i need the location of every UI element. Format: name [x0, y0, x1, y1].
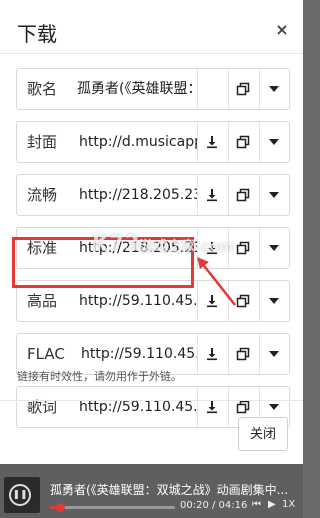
dialog-header: 下载 ×	[0, 0, 303, 54]
copy-icon[interactable]	[228, 334, 258, 374]
progress-knob[interactable]	[56, 503, 65, 512]
prev-icon[interactable]: ⏮	[252, 499, 261, 510]
row-label: 高品	[27, 292, 58, 310]
close-icon[interactable]: ×	[271, 20, 293, 40]
dialog-title: 下载	[17, 22, 57, 46]
divider	[197, 69, 198, 109]
link-row: 歌名 孤勇者(《英雄联盟：双城之战》	[16, 68, 290, 110]
time-display: 00:20 / 04:16	[180, 500, 248, 511]
music-player-bar: ❚❚ 孤勇者(《英雄联盟：双城之战》动画剧集中... 00:20 / 04:16…	[0, 464, 303, 518]
caret-down-icon[interactable]	[259, 334, 289, 374]
speed-button[interactable]: 1X	[282, 499, 295, 510]
download-icon[interactable]	[197, 175, 227, 215]
row-label: 歌名	[27, 80, 58, 98]
link-row: 标准 http://218.205.239.34	[16, 227, 290, 269]
play-icon[interactable]: ▶	[268, 499, 276, 510]
close-button[interactable]: 关闭	[238, 417, 288, 451]
progress-bar[interactable]	[50, 503, 175, 512]
caret-down-icon[interactable]	[259, 175, 289, 215]
copy-icon[interactable]	[228, 69, 258, 109]
link-row: 封面 http://d.musicapp.migu.cn	[16, 121, 290, 163]
caret-down-icon[interactable]	[259, 69, 289, 109]
caret-down-icon[interactable]	[259, 122, 289, 162]
row-url-field[interactable]: http://218.205.239.34	[79, 228, 197, 268]
row-url-field[interactable]: http://59.110.45.28	[79, 281, 197, 321]
row-url-field[interactable]: 孤勇者(《英雄联盟：双城之战》	[77, 69, 197, 109]
link-row: 高品 http://59.110.45.28	[16, 280, 290, 322]
row-url-field[interactable]: http://218.205.239.34	[79, 175, 197, 215]
download-icon[interactable]	[197, 122, 227, 162]
dialog-footer: 关闭	[0, 400, 303, 464]
copy-icon[interactable]	[228, 175, 258, 215]
expiry-notice: 链接有时效性，请勿用作于外链。	[17, 370, 182, 383]
download-icon[interactable]	[197, 334, 227, 374]
link-row: 流畅 http://218.205.239.34	[16, 174, 290, 216]
row-url-field[interactable]: http://d.musicapp.migu.cn	[79, 122, 197, 162]
track-title: 孤勇者(《英雄联盟：双城之战》动画剧集中...	[50, 483, 289, 497]
caret-down-icon[interactable]	[259, 281, 289, 321]
caret-down-icon[interactable]	[259, 228, 289, 268]
row-label: 流畅	[27, 186, 58, 204]
row-label: 标准	[27, 239, 58, 257]
download-dialog: 下载 × 歌名 孤勇者(《英雄联盟：双城之战》封面 http://d.musicap…	[0, 0, 303, 464]
copy-icon[interactable]	[228, 122, 258, 162]
pointer-arrow-icon	[197, 257, 236, 306]
pause-icon[interactable]: ❚❚	[9, 484, 31, 506]
row-label: 封面	[27, 133, 58, 151]
